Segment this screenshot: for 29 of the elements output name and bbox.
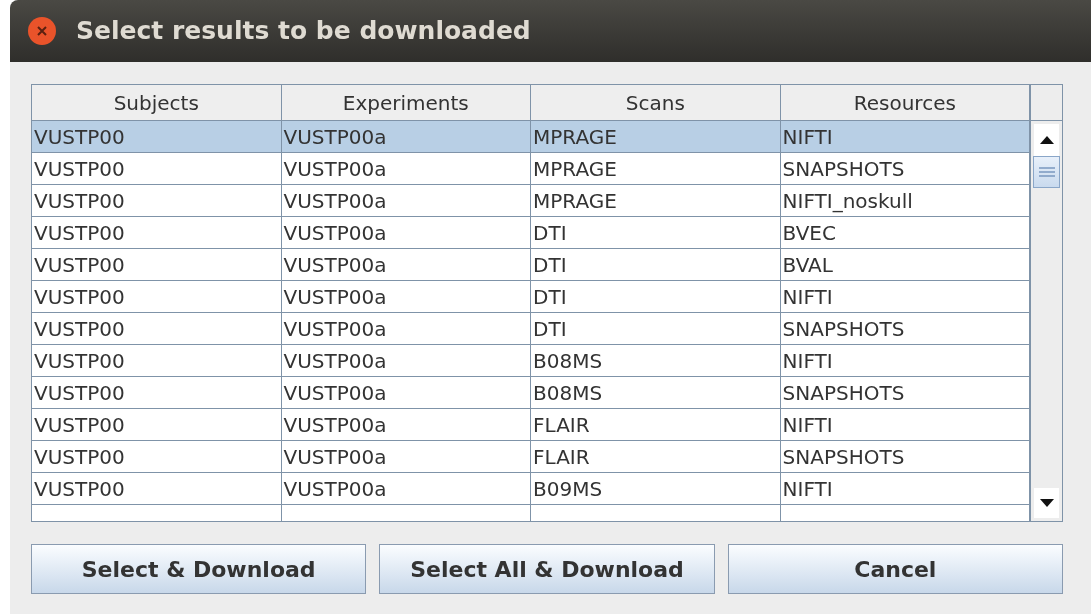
table-row[interactable]: VUSTP00 VUSTP00a B08MS SNAPSHOTS [32,377,1031,409]
table-row[interactable]: VUSTP00 VUSTP00a MPRAGE NIFTI [32,121,1031,153]
table-row[interactable]: VUSTP00 VUSTP00a DTI NIFTI [32,281,1031,313]
grip-icon [1038,167,1055,177]
table-row[interactable]: VUSTP00 VUSTP00a FLAIR SNAPSHOTS [32,441,1031,473]
dialog-button[interactable]: Select All & Download [379,544,715,594]
table-row[interactable]: VUSTP00 VUSTP00a B08MS NIFTI [32,345,1031,377]
up-arrow-icon [1039,136,1054,144]
table-row[interactable]: VUSTP00 VUSTP00a MPRAGE NIFTI_noskull [32,185,1031,217]
column-header[interactable]: Resources [780,85,1031,121]
scroll-thumb[interactable] [1033,156,1060,188]
table-row[interactable]: VUSTP00 VUSTP00a DTI BVEC [32,217,1031,249]
close-button[interactable] [28,17,56,45]
dialog-button[interactable]: Select & Download [31,544,367,594]
table-row[interactable]: VUSTP00 VUSTP00a MPRAGE SNAPSHOTS [32,153,1031,185]
table-row[interactable]: VUSTP00 VUSTP00a FLAIR NIFTI [32,409,1031,441]
column-header[interactable]: Subjects [32,85,282,121]
table-row[interactable]: VUSTP00 VUSTP00a B09MS NIFTI [32,473,1031,505]
down-arrow-icon [1039,499,1054,507]
column-header[interactable]: Experiments [281,85,532,121]
scrollbar[interactable] [1030,85,1062,521]
scroll-down-button[interactable] [1034,488,1059,518]
scroll-up-button[interactable] [1034,124,1059,156]
table-row[interactable]: VUSTP00 VUSTP00a DTI SNAPSHOTS [32,313,1031,345]
dialog-button[interactable]: Cancel [727,544,1063,594]
window-title: Select results to be downloaded [76,15,531,48]
close-icon [36,25,48,37]
column-header[interactable]: Scans [531,85,781,121]
table-row[interactable]: VUSTP00 VUSTP00a DTI BVAL [32,249,1031,281]
